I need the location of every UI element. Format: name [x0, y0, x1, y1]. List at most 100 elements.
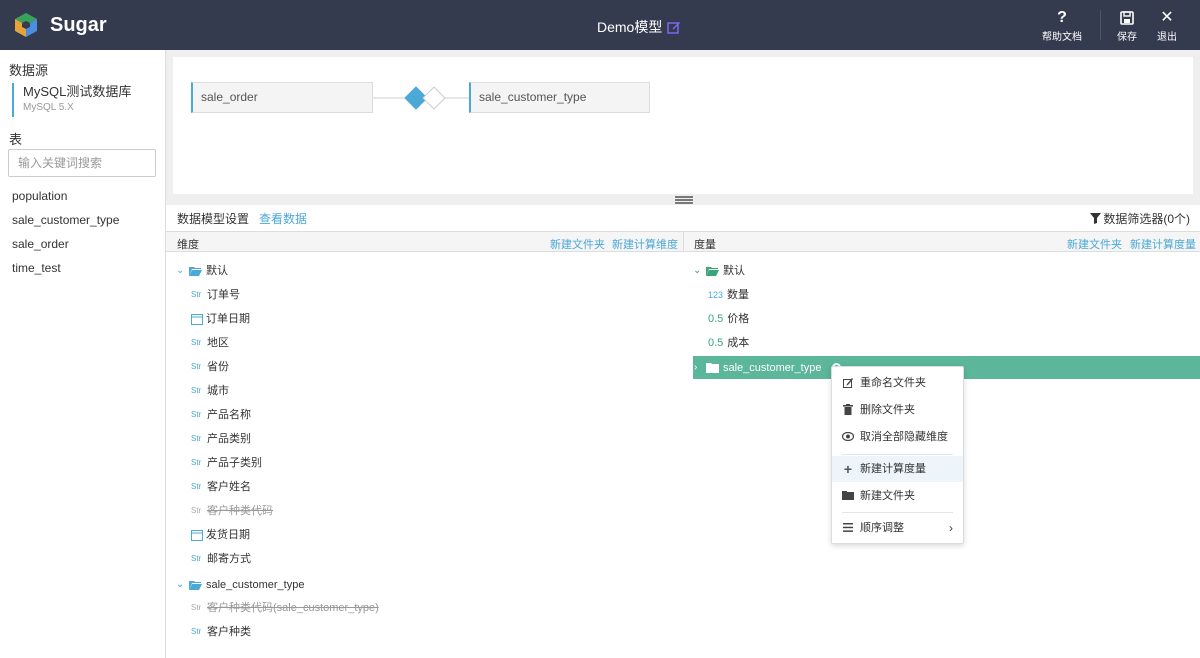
- menu-item-label: 重命名文件夹: [860, 377, 926, 389]
- table-item-population[interactable]: population: [12, 189, 67, 203]
- dimension-item-hidden[interactable]: Str 客户种类代码(sale_customer_type): [191, 596, 379, 620]
- join-right-diamond: [422, 86, 446, 110]
- chevron-down-icon[interactable]: ⌄: [176, 573, 186, 597]
- table-node-sale-customer-type[interactable]: sale_customer_type: [469, 82, 650, 113]
- sub-toolbar: 数据模型设置 查看数据 数据筛选器(0个): [166, 205, 1200, 231]
- new-calc-dimension-button[interactable]: 新建计算维度: [612, 236, 678, 252]
- dimension-item[interactable]: Str 产品类别: [191, 427, 251, 451]
- save-icon: [1113, 8, 1141, 28]
- measure-item[interactable]: 123 数量: [708, 283, 749, 307]
- datasource-heading: 数据源: [9, 63, 49, 78]
- dimension-item[interactable]: Str 产品子类别: [191, 451, 262, 475]
- save-label: 保存: [1117, 32, 1137, 43]
- dimension-item[interactable]: 发货日期: [191, 523, 250, 547]
- menu-item-label: 取消全部隐藏维度: [860, 431, 948, 443]
- dimension-folder-default[interactable]: ⌄ 默认: [176, 259, 228, 283]
- save-button[interactable]: 保存: [1113, 8, 1141, 43]
- chevron-down-icon[interactable]: ⌄: [693, 259, 703, 283]
- data-filter-label: 数据筛选器(0个): [1103, 212, 1190, 226]
- string-type-icon: Str: [191, 603, 202, 612]
- datasource-item[interactable]: MySQL测试数据库 MySQL 5.X: [12, 83, 131, 117]
- edit-icon: [842, 370, 854, 398]
- tab-view-data[interactable]: 查看数据: [259, 210, 307, 227]
- calendar-icon: [191, 314, 203, 325]
- menu-item-label: 删除文件夹: [860, 404, 915, 416]
- dimension-item[interactable]: 订单日期: [191, 307, 250, 331]
- menu-divider: [842, 512, 953, 513]
- join-connector[interactable]: [373, 83, 469, 113]
- resize-handle-icon[interactable]: [675, 196, 693, 204]
- dimension-item[interactable]: Str 省份: [191, 355, 229, 379]
- string-type-icon: Str: [191, 362, 202, 371]
- sidebar: 数据源 MySQL测试数据库 MySQL 5.X 表 population sa…: [0, 50, 166, 658]
- close-icon: ✕: [1160, 9, 1174, 26]
- chevron-right-icon[interactable]: ›: [694, 362, 704, 373]
- dimension-item-label: 客户姓名: [207, 481, 251, 493]
- dimension-item-label: 客户种类代码: [207, 505, 273, 517]
- edit-title-icon[interactable]: [667, 20, 681, 34]
- sugar-logo-icon: [15, 13, 37, 37]
- dimension-item[interactable]: Str 订单号: [191, 283, 240, 307]
- dimension-item-hidden[interactable]: Str 客户种类代码: [191, 499, 273, 523]
- menu-item-new-folder[interactable]: 新建文件夹: [832, 483, 963, 509]
- dimension-item[interactable]: Str 客户姓名: [191, 475, 251, 499]
- tables-heading: 表: [9, 132, 23, 147]
- data-filter-button[interactable]: 数据筛选器(0个): [1090, 210, 1190, 227]
- table-item-sale-customer-type[interactable]: sale_customer_type: [12, 213, 119, 227]
- menu-item-delete-folder[interactable]: 删除文件夹: [832, 397, 963, 423]
- dimension-item[interactable]: Str 客户种类: [191, 620, 251, 644]
- dimension-item-label: 客户种类代码(sale_customer_type): [207, 602, 379, 614]
- menu-item-label: 顺序调整: [860, 522, 904, 534]
- new-dimension-folder-button[interactable]: 新建文件夹: [550, 236, 605, 252]
- dimension-folder-label: 默认: [206, 265, 228, 277]
- table-item-time-test[interactable]: time_test: [12, 261, 61, 275]
- dimension-item-label: 邮寄方式: [207, 553, 251, 565]
- dimension-item[interactable]: Str 地区: [191, 331, 229, 355]
- dimension-item[interactable]: Str 产品名称: [191, 403, 251, 427]
- chevron-right-icon: ›: [949, 521, 953, 535]
- menu-item-unhide-all[interactable]: 取消全部隐藏维度: [832, 424, 963, 450]
- decimal-type-icon: 0.5: [708, 313, 724, 325]
- eye-icon: [841, 424, 855, 451]
- measure-folder-default[interactable]: ⌄ 默认: [693, 259, 745, 283]
- trash-icon: [842, 397, 854, 425]
- dimension-item-label: 产品子类别: [207, 457, 262, 469]
- menu-item-label: 新建计算度量: [860, 463, 926, 475]
- menu-item-reorder[interactable]: 顺序调整 ›: [832, 515, 963, 541]
- table-search-input[interactable]: [8, 149, 156, 177]
- dimension-item-label: 客户种类: [207, 626, 251, 638]
- dimension-folder-sale-customer-type[interactable]: ⌄ sale_customer_type: [176, 573, 304, 597]
- menu-item-label: 新建文件夹: [860, 490, 915, 502]
- measure-item[interactable]: 0.5 价格: [708, 307, 749, 331]
- exit-label: 退出: [1157, 32, 1177, 43]
- help-button[interactable]: ? 帮助文档: [1040, 8, 1084, 43]
- string-type-icon: Str: [191, 458, 202, 467]
- dimension-panel-header: 维度 新建文件夹 新建计算维度: [166, 231, 684, 252]
- measure-item-label: 数量: [727, 289, 750, 301]
- number-type-icon: 123: [708, 290, 724, 300]
- new-calc-measure-button[interactable]: 新建计算度量: [1130, 236, 1196, 252]
- dimension-item[interactable]: Str 邮寄方式: [191, 547, 251, 571]
- dimension-item[interactable]: Str 城市: [191, 379, 229, 403]
- exit-button[interactable]: ✕ 退出: [1153, 8, 1181, 43]
- table-item-sale-order[interactable]: sale_order: [12, 237, 69, 251]
- list-icon: [842, 515, 854, 542]
- new-measure-folder-button[interactable]: 新建文件夹: [1067, 236, 1122, 252]
- menu-item-rename-folder[interactable]: 重命名文件夹: [832, 370, 963, 396]
- decimal-type-icon: 0.5: [708, 337, 724, 349]
- datasource-name: MySQL测试数据库: [23, 84, 132, 99]
- tab-model-settings[interactable]: 数据模型设置: [177, 210, 249, 227]
- model-title: Demo模型: [597, 17, 681, 37]
- chevron-down-icon[interactable]: ⌄: [176, 259, 186, 283]
- menu-item-new-calc-measure[interactable]: + 新建计算度量: [832, 456, 963, 482]
- model-title-text: Demo模型: [597, 19, 663, 35]
- folder-open-icon: [189, 581, 202, 590]
- string-type-icon: Str: [191, 506, 202, 515]
- help-icon: ?: [1057, 9, 1067, 26]
- table-node-sale-order[interactable]: sale_order: [191, 82, 373, 113]
- model-canvas-area[interactable]: sale_order sale_customer_type: [173, 57, 1193, 194]
- model-canvas: sale_order sale_customer_type: [166, 50, 1200, 205]
- plus-icon: +: [843, 461, 853, 477]
- measure-item[interactable]: 0.5 成本: [708, 331, 749, 355]
- dimension-item-label: 订单日期: [206, 313, 250, 325]
